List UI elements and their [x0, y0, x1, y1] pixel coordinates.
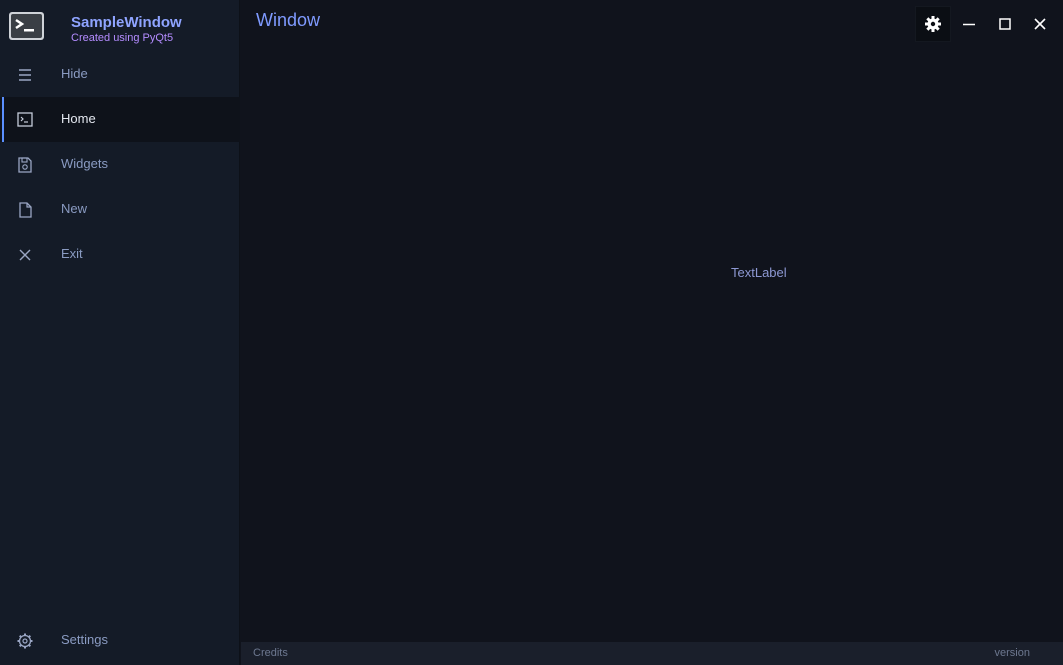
sidebar-item-label: Hide	[61, 66, 88, 81]
active-indicator	[2, 97, 4, 142]
sidebar-item-new[interactable]: New	[0, 187, 240, 232]
sidebar-item-label: New	[61, 201, 88, 216]
sidebar-item-label: Exit	[61, 246, 83, 261]
sidebar-item-settings[interactable]: Settings	[0, 618, 240, 663]
menu-icon	[16, 66, 34, 84]
minimize-button[interactable]	[951, 6, 987, 42]
terminal-icon	[9, 12, 44, 40]
sidebar-item-label: Home	[61, 111, 96, 126]
file-icon	[16, 201, 34, 219]
version-label: version	[994, 647, 1030, 659]
terminal-icon	[16, 111, 34, 129]
brand-header: SampleWindow Created using PyQt5	[0, 0, 240, 52]
gear-icon	[16, 632, 34, 650]
sidebar-item-label: Widgets	[61, 156, 108, 171]
text-label: TextLabel	[731, 265, 787, 280]
app-window: SampleWindow Created using PyQt5 Hide Ho…	[0, 0, 1063, 665]
sidebar-item-widgets[interactable]: Widgets	[0, 142, 240, 187]
close-icon	[16, 246, 34, 264]
sidebar-item-home[interactable]: Home	[0, 97, 240, 142]
settings-button[interactable]	[915, 6, 951, 42]
save-icon	[16, 156, 34, 174]
sidebar-item-hide[interactable]: Hide	[0, 52, 240, 97]
sidebar-item-label: Settings	[61, 632, 108, 647]
maximize-button[interactable]	[987, 6, 1023, 42]
credits-label: Credits	[253, 647, 288, 659]
status-bar: Credits version	[241, 642, 1063, 665]
window-title: Window	[256, 10, 321, 30]
app-title: SampleWindow	[71, 14, 182, 31]
sidebar: SampleWindow Created using PyQt5 Hide Ho…	[0, 0, 240, 665]
app-subtitle: Created using PyQt5	[71, 32, 174, 44]
sidebar-item-exit[interactable]: Exit	[0, 232, 240, 277]
close-button[interactable]	[1022, 6, 1058, 42]
